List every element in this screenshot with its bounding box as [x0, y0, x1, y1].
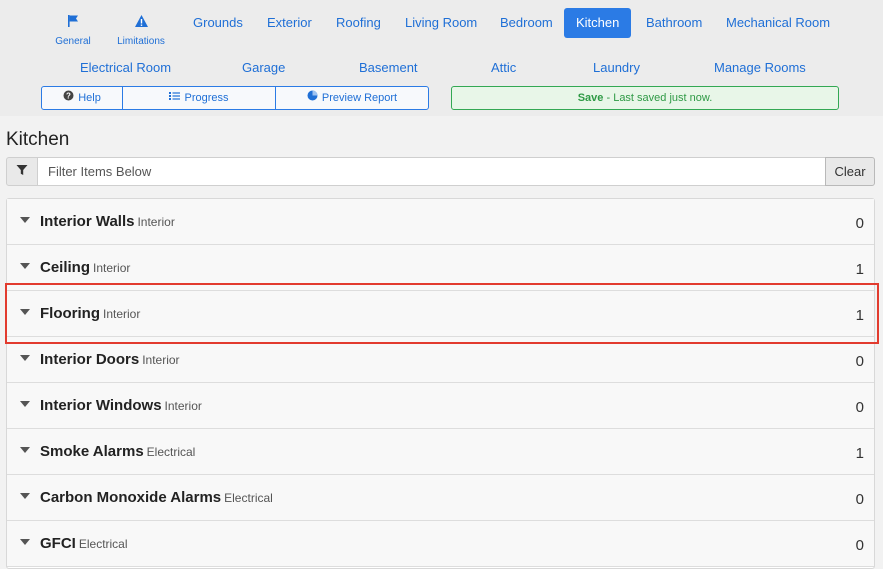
caret-down-icon — [20, 309, 30, 315]
preview-report-button[interactable]: Preview Report — [276, 87, 428, 109]
item-count: 0 — [855, 215, 864, 232]
item-name: GFCI Electrical — [40, 535, 128, 552]
room-tabs-row-2: Electrical Room Garage Basement Attic La… — [0, 56, 883, 80]
item-category: Interior — [164, 399, 202, 413]
clear-button[interactable]: Clear — [825, 157, 875, 186]
tab-electrical-room[interactable]: Electrical Room — [80, 56, 171, 80]
list-item[interactable]: Interior Windows Interior 0 — [7, 383, 874, 429]
item-count: 1 — [855, 261, 864, 278]
item-name-text: Interior Walls — [40, 213, 135, 230]
list-item[interactable]: Interior Doors Interior 0 — [7, 337, 874, 383]
tab-bathroom[interactable]: Bathroom — [634, 8, 714, 38]
tab-kitchen[interactable]: Kitchen — [564, 8, 632, 38]
tab-mechanical-room[interactable]: Mechanical Room — [714, 8, 842, 38]
question-circle-icon: ? — [63, 87, 74, 109]
item-name: Carbon Monoxide Alarms Electrical — [40, 489, 273, 506]
room-tabs-row-1: General Limitations Grounds Exterior Roo… — [46, 8, 883, 50]
svg-text:?: ? — [66, 92, 71, 101]
item-name: Ceiling Interior — [40, 259, 130, 276]
item-name-text: Carbon Monoxide Alarms — [40, 489, 222, 506]
help-button[interactable]: ? Help — [42, 87, 123, 109]
caret-down-icon — [20, 401, 30, 407]
item-name-text: Interior Windows — [40, 397, 162, 414]
flag-icon — [38, 14, 108, 34]
item-name-text: Smoke Alarms — [40, 443, 144, 460]
caret-down-icon — [20, 217, 30, 223]
item-name-text: Interior Doors — [40, 351, 140, 368]
save-status-text: - Last saved just now. — [603, 92, 713, 104]
help-button-label: Help — [78, 92, 101, 104]
item-category: Electrical — [224, 491, 273, 505]
tab-attic[interactable]: Attic — [491, 56, 516, 80]
caret-down-icon — [20, 539, 30, 545]
save-label: Save — [577, 92, 604, 104]
tab-laundry[interactable]: Laundry — [593, 56, 640, 80]
item-name-text: Ceiling — [40, 259, 91, 276]
caret-down-icon — [20, 355, 30, 361]
tab-bedroom[interactable]: Bedroom — [488, 8, 565, 38]
item-category: Interior — [93, 261, 131, 275]
item-name: Smoke Alarms Electrical — [40, 443, 195, 460]
list-item[interactable]: Smoke Alarms Electrical 1 — [7, 429, 874, 475]
report-button-group: ? Help Progress Preview Report — [41, 86, 429, 110]
filter-icon — [16, 163, 28, 181]
caret-down-icon — [20, 447, 30, 453]
list-item[interactable]: Ceiling Interior 1 — [7, 245, 874, 291]
list-item[interactable]: Carbon Monoxide Alarms Electrical 0 — [7, 475, 874, 521]
list-item[interactable]: GFCI Electrical 0 — [7, 521, 874, 567]
item-count: 1 — [855, 307, 864, 324]
save-status-button[interactable]: Save - Last saved just now. — [451, 86, 839, 110]
top-navigation-panel: General Limitations Grounds Exterior Roo… — [0, 0, 883, 116]
pie-chart-icon — [307, 87, 318, 109]
inspection-items-list: Interior Walls Interior 0 Ceiling Interior… — [6, 198, 875, 569]
tab-general-label: General — [55, 36, 91, 47]
warning-icon — [106, 14, 176, 34]
item-category: Electrical — [78, 537, 128, 551]
list-check-icon — [169, 87, 181, 109]
item-count: 0 — [855, 491, 864, 508]
filter-bar: Clear — [6, 157, 875, 186]
progress-button[interactable]: Progress — [123, 87, 276, 109]
item-name: Interior Doors Interior — [40, 351, 180, 368]
tab-garage[interactable]: Garage — [242, 56, 285, 80]
item-name: Flooring Interior — [40, 305, 140, 322]
item-name: Interior Windows Interior — [40, 397, 202, 414]
tab-roofing[interactable]: Roofing — [324, 8, 393, 38]
filter-input[interactable] — [38, 157, 825, 186]
progress-button-label: Progress — [184, 92, 229, 104]
item-category: Electrical — [146, 445, 196, 459]
item-count: 0 — [855, 537, 864, 554]
tab-manage-rooms[interactable]: Manage Rooms — [714, 56, 806, 80]
tab-limitations-label: Limitations — [117, 36, 165, 47]
item-name: Interior Walls Interior — [40, 213, 175, 230]
item-count: 1 — [855, 445, 864, 462]
tab-general[interactable]: General — [38, 8, 108, 50]
tab-basement[interactable]: Basement — [359, 56, 418, 80]
list-item[interactable]: Flooring Interior 1 — [7, 291, 874, 337]
item-name-text: Flooring — [40, 305, 100, 322]
item-category: Interior — [137, 215, 175, 229]
tab-limitations[interactable]: Limitations — [106, 8, 176, 50]
page-title: Kitchen — [6, 129, 70, 150]
tab-grounds[interactable]: Grounds — [181, 8, 255, 38]
caret-down-icon — [20, 263, 30, 269]
filter-button[interactable] — [6, 157, 38, 186]
preview-report-button-label: Preview Report — [321, 92, 398, 104]
item-count: 0 — [855, 399, 864, 416]
tab-living-room[interactable]: Living Room — [393, 8, 489, 38]
item-count: 0 — [855, 353, 864, 370]
tab-exterior[interactable]: Exterior — [255, 8, 324, 38]
caret-down-icon — [20, 493, 30, 499]
item-category: Interior — [103, 307, 141, 321]
list-item[interactable]: Interior Walls Interior 0 — [7, 199, 874, 245]
item-category: Interior — [142, 353, 180, 367]
item-name-text: GFCI — [40, 535, 76, 552]
